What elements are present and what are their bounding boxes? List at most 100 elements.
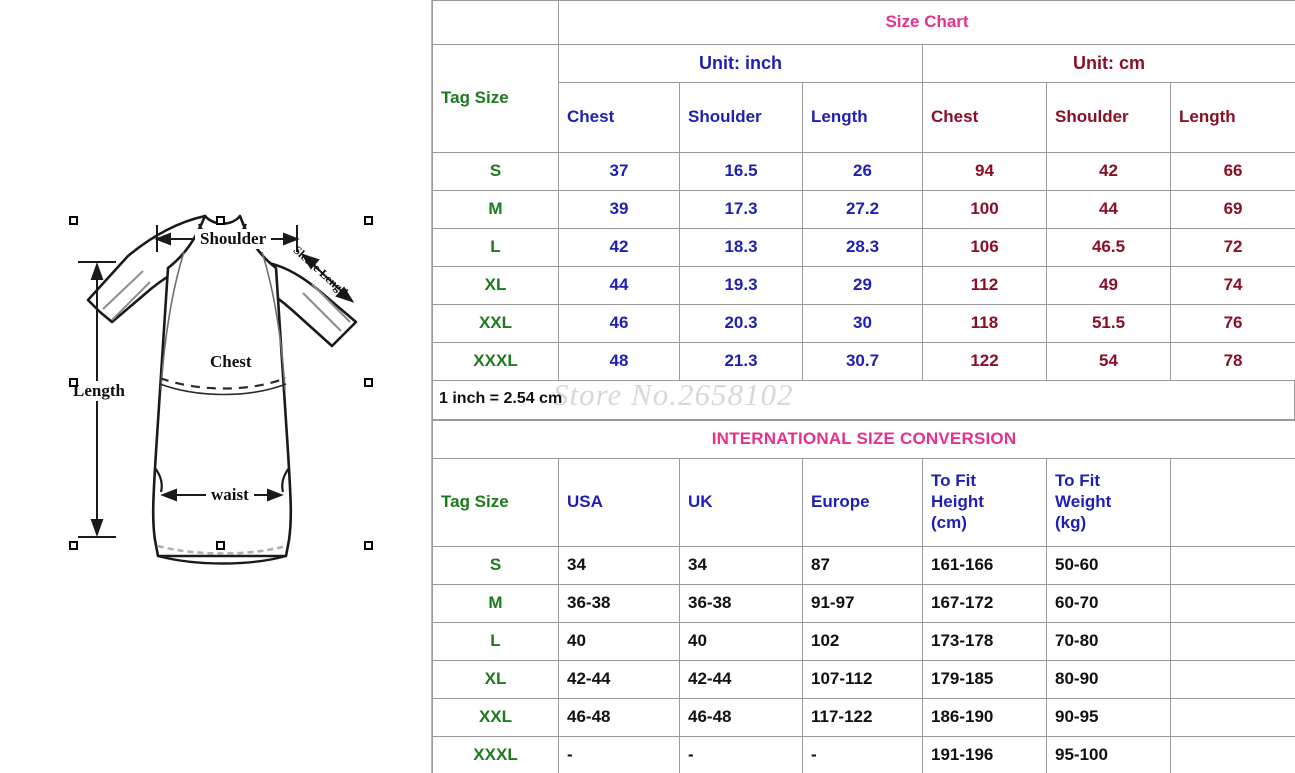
cell-europe: 91-97 [802, 584, 923, 623]
table-row: L 42 18.3 28.3 106 46.5 72 [432, 228, 1295, 267]
cell-shoulder-cm: 54 [1046, 342, 1171, 381]
diagram-label-chest: Chest [210, 352, 252, 371]
cell-shoulder-cm: 51.5 [1046, 304, 1171, 343]
cell-height: 173-178 [922, 622, 1047, 661]
cell-length-cm: 66 [1169, 152, 1295, 191]
cell-height: 179-185 [922, 660, 1047, 699]
selection-handle-top-center[interactable] [216, 216, 225, 225]
selection-handle-bottom-center[interactable] [216, 541, 225, 550]
cell-tag: M [432, 584, 559, 623]
table-row: XXXL 48 21.3 30.7 122 54 78 [432, 342, 1295, 381]
cell-uk: 36-38 [679, 584, 803, 623]
cell-tag: XXXL [432, 342, 559, 381]
cell-extra [1169, 736, 1295, 773]
table-row: S 37 16.5 26 94 42 66 [432, 152, 1295, 191]
cell-chest-cm: 94 [922, 152, 1047, 191]
cell-uk: - [679, 736, 803, 773]
header-shoulder-inch: Shoulder [679, 82, 803, 153]
cell-uk: 46-48 [679, 698, 803, 737]
size-chart-title: Size Chart [557, 0, 1295, 45]
selection-handle-middle-right[interactable] [364, 378, 373, 387]
conversion-header-row: Tag Size USA UK Europe To Fit Height (cm… [432, 458, 1295, 547]
cell-uk: 40 [679, 622, 803, 661]
selection-handle-middle-left[interactable] [69, 378, 78, 387]
cell-length-inch: 27.2 [802, 190, 923, 229]
cell-length-cm: 72 [1169, 228, 1295, 267]
size-chart-page: Shoulder Sleeve Length Chest Length wais… [0, 0, 1295, 773]
header-chest-inch: Chest [558, 82, 680, 153]
cell-shoulder-inch: 16.5 [679, 152, 803, 191]
inch-to-cm-note: 1 inch = 2.54 cm [439, 390, 563, 407]
cell-shoulder-inch: 20.3 [679, 304, 803, 343]
cell-length-cm: 76 [1169, 304, 1295, 343]
header-length-cm: Length [1169, 82, 1295, 153]
unit-group-row: Tag Size Unit: inch Unit: cm [432, 44, 1295, 153]
header-length-inch: Length [802, 82, 923, 153]
cell-chest-inch: 46 [558, 304, 680, 343]
table-row: XL 44 19.3 29 112 49 74 [432, 266, 1295, 305]
cell-tag: M [432, 190, 559, 229]
cell-chest-cm: 112 [922, 266, 1047, 305]
international-size-conversion-table: INTERNATIONAL SIZE CONVERSION Tag Size U… [431, 420, 1295, 773]
cell-extra [1169, 584, 1295, 623]
cell-europe: 87 [802, 546, 923, 585]
cell-height: 161-166 [922, 546, 1047, 585]
cell-tag: XXL [432, 698, 559, 737]
cell-length-cm: 74 [1169, 266, 1295, 305]
cell-chest-cm: 118 [922, 304, 1047, 343]
cell-usa: 40 [558, 622, 680, 661]
cell-chest-cm: 106 [922, 228, 1047, 267]
diagram-label-shoulder: Shoulder [195, 229, 272, 249]
selection-handle-top-right[interactable] [364, 216, 373, 225]
cell-chest-inch: 48 [558, 342, 680, 381]
cell-chest-inch: 37 [558, 152, 680, 191]
table-row: XXL 46 20.3 30 118 51.5 76 [432, 304, 1295, 343]
cell-weight: 60-70 [1046, 584, 1171, 623]
cell-tag: XXXL [432, 736, 559, 773]
diagram-label-waist: waist [206, 485, 254, 505]
cell-weight: 95-100 [1046, 736, 1171, 773]
cell-usa: 34 [558, 546, 680, 585]
cell-tag: S [432, 546, 559, 585]
cell-chest-inch: 44 [558, 266, 680, 305]
cell-shoulder-cm: 44 [1046, 190, 1171, 229]
selection-handle-bottom-right[interactable] [364, 541, 373, 550]
table-row: XXL 46-48 46-48 117-122 186-190 90-95 [432, 698, 1295, 737]
cell-chest-cm: 122 [922, 342, 1047, 381]
measure-header-row: Chest Shoulder Length Chest Shoulder Len… [433, 82, 1295, 153]
cell-length-inch: 30 [802, 304, 923, 343]
cell-weight: 90-95 [1046, 698, 1171, 737]
cell-weight: 80-90 [1046, 660, 1171, 699]
cell-length-inch: 26 [802, 152, 923, 191]
conv-header-to-fit-weight: To Fit Weight (kg) [1046, 458, 1171, 547]
title-spacer-cell [432, 0, 559, 45]
table-row: XL 42-44 42-44 107-112 179-185 80-90 [432, 660, 1295, 699]
cell-tag: XL [432, 660, 559, 699]
cell-extra [1169, 546, 1295, 585]
conv-header-europe: Europe [802, 458, 923, 547]
unit-cm-header: Unit: cm [921, 44, 1295, 83]
cell-uk: 42-44 [679, 660, 803, 699]
cell-height: 186-190 [922, 698, 1047, 737]
to-fit-weight-line-2: Weight [1055, 492, 1112, 512]
conv-header-tag-size: Tag Size [432, 458, 559, 547]
cell-extra [1169, 622, 1295, 661]
cell-extra [1169, 698, 1295, 737]
cell-europe: 102 [802, 622, 923, 661]
cell-chest-inch: 39 [558, 190, 680, 229]
cell-usa: 36-38 [558, 584, 680, 623]
conv-header-to-fit-height: To Fit Height (cm) [922, 458, 1047, 547]
to-fit-height-line-3: (cm) [931, 512, 967, 532]
table-row: L 40 40 102 173-178 70-80 [432, 622, 1295, 661]
table-row: M 36-38 36-38 91-97 167-172 60-70 [432, 584, 1295, 623]
selection-handle-top-left[interactable] [69, 216, 78, 225]
cell-uk: 34 [679, 546, 803, 585]
cell-shoulder-inch: 19.3 [679, 266, 803, 305]
to-fit-weight-line-3: (kg) [1055, 512, 1087, 532]
size-chart-title-row: Size Chart [432, 0, 1295, 45]
cell-shoulder-inch: 17.3 [679, 190, 803, 229]
cell-tag: S [432, 152, 559, 191]
cell-tag: XXL [432, 304, 559, 343]
selection-handle-bottom-left[interactable] [69, 541, 78, 550]
cell-shoulder-inch: 18.3 [679, 228, 803, 267]
